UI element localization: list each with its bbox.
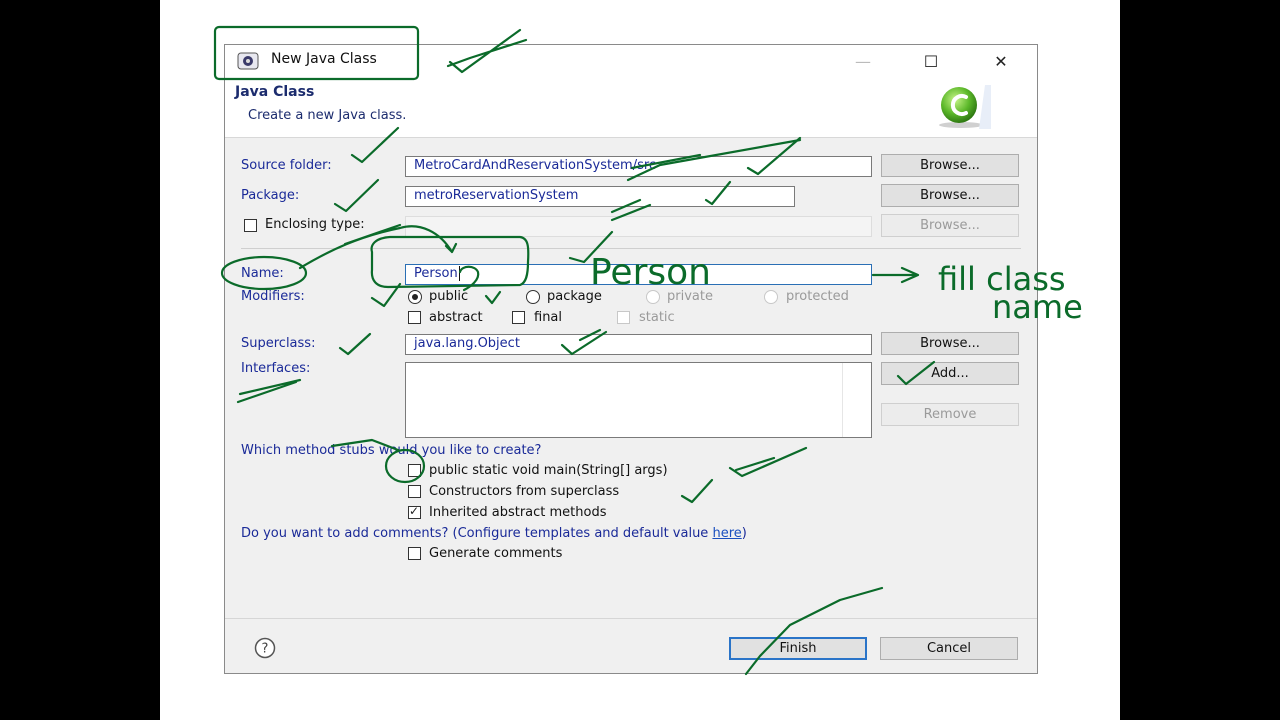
interfaces-scrollbar[interactable] xyxy=(842,363,871,437)
wizard-title: Java Class xyxy=(235,84,315,100)
interfaces-list[interactable] xyxy=(405,362,872,438)
comments-question: Do you want to add comments? (Configure … xyxy=(241,526,747,541)
generate-comments-label: Generate comments xyxy=(429,546,563,561)
public-radio-label: public xyxy=(429,289,469,304)
class-name-value: Person xyxy=(414,266,458,281)
source-folder-field[interactable]: MetroCardAndReservationSystem/src xyxy=(405,156,872,177)
comments-question-text: Do you want to add comments? (Configure … xyxy=(241,526,713,541)
protected-radio xyxy=(764,290,778,304)
enclosing-type-checkbox[interactable] xyxy=(244,219,257,232)
minimize-button[interactable]: — xyxy=(845,49,881,73)
comments-question-suffix: ) xyxy=(741,526,747,541)
static-checkbox-label: static xyxy=(639,310,675,325)
enclosing-type-field xyxy=(405,216,872,237)
close-button[interactable]: ✕ xyxy=(983,49,1019,73)
package-field[interactable]: metroReservationSystem xyxy=(405,186,795,207)
main-method-label: public static void main(String[] args) xyxy=(429,463,668,478)
new-java-class-dialog: New Java Class — ☐ ✕ Java Class Create a… xyxy=(224,44,1038,674)
add-interface-button[interactable]: Add... xyxy=(881,362,1019,385)
final-checkbox[interactable] xyxy=(512,311,525,324)
protected-radio-label: protected xyxy=(786,289,849,304)
source-folder-browse-button[interactable]: Browse... xyxy=(881,154,1019,177)
cancel-button[interactable]: Cancel xyxy=(880,637,1018,660)
superclass-field[interactable]: java.lang.Object xyxy=(405,334,872,355)
public-radio[interactable] xyxy=(408,290,422,304)
title-bar: New Java Class — ☐ ✕ xyxy=(225,45,1037,77)
package-label: Package: xyxy=(241,188,300,203)
separator xyxy=(241,248,1021,249)
package-browse-button[interactable]: Browse... xyxy=(881,184,1019,207)
abstract-checkbox-label: abstract xyxy=(429,310,483,325)
source-folder-label: Source folder: xyxy=(241,158,332,173)
interfaces-label: Interfaces: xyxy=(241,361,311,376)
final-checkbox-label: final xyxy=(534,310,563,325)
main-method-checkbox[interactable] xyxy=(408,464,421,477)
configure-templates-link[interactable]: here xyxy=(712,526,741,541)
package-radio[interactable] xyxy=(526,290,540,304)
maximize-button[interactable]: ☐ xyxy=(913,49,949,73)
abstract-checkbox[interactable] xyxy=(408,311,421,324)
remove-interface-button: Remove xyxy=(881,403,1019,426)
help-icon-glyph: ? xyxy=(262,642,269,657)
inherited-abstract-checkbox[interactable] xyxy=(408,504,421,519)
enclosing-type-label: Enclosing type: xyxy=(265,217,365,232)
static-checkbox xyxy=(617,311,630,324)
generate-comments-checkbox[interactable] xyxy=(408,547,421,560)
package-radio-label: package xyxy=(547,289,602,304)
text-cursor xyxy=(458,266,460,281)
inherited-abstract-label: Inherited abstract methods xyxy=(429,505,607,520)
name-label: Name: xyxy=(241,266,284,281)
class-name-field[interactable]: Person xyxy=(405,264,872,285)
enclosing-type-browse-button: Browse... xyxy=(881,214,1019,237)
private-radio xyxy=(646,290,660,304)
wizard-header: Java Class Create a new Java class. xyxy=(225,77,1037,138)
eclipse-app-icon xyxy=(237,52,259,70)
help-icon[interactable]: ? xyxy=(250,637,280,659)
java-class-logo-icon xyxy=(939,85,991,129)
constructors-label: Constructors from superclass xyxy=(429,484,620,499)
finish-button[interactable]: Finish xyxy=(729,637,867,660)
superclass-label: Superclass: xyxy=(241,336,316,351)
method-stubs-question: Which method stubs would you like to cre… xyxy=(241,443,542,458)
wizard-subtitle: Create a new Java class. xyxy=(248,108,407,123)
window-title: New Java Class xyxy=(271,51,377,67)
constructors-checkbox[interactable] xyxy=(408,485,421,498)
superclass-browse-button[interactable]: Browse... xyxy=(881,332,1019,355)
modifiers-label: Modifiers: xyxy=(241,289,305,304)
private-radio-label: private xyxy=(667,289,713,304)
footer-separator xyxy=(225,618,1037,619)
